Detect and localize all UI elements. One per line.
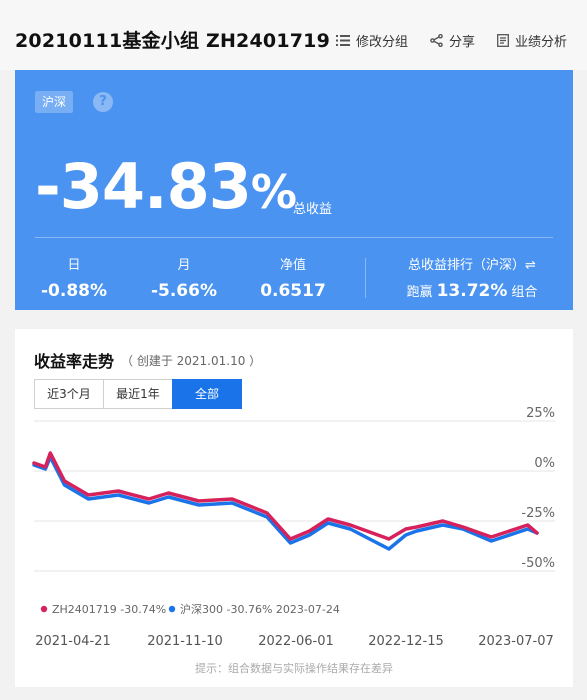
disclaimer-note: 提示：组合数据与实际操作结果存在差异 bbox=[195, 662, 393, 675]
x-tick-label: 2021-04-21 bbox=[35, 634, 111, 649]
list-icon bbox=[335, 34, 350, 47]
rank-stat[interactable]: 总收益排行（沪深）⇌ 跑赢 13.72% 组合 bbox=[387, 254, 557, 301]
page-header: 20210111基金小组 ZH2401719 修改分组 分享 业绩分析 bbox=[0, 0, 587, 70]
y-tick-label: 25% bbox=[526, 406, 555, 421]
return-trend-card: 收益率走势 （ 创建于 2021.01.10 ） 近3个月 最近1年 全部 25… bbox=[15, 329, 573, 687]
help-icon[interactable]: ? bbox=[93, 92, 113, 112]
net-value-value: 0.6517 bbox=[260, 281, 326, 301]
performance-analysis-label: 业绩分析 bbox=[514, 35, 567, 50]
header-actions: 修改分组 分享 业绩分析 bbox=[335, 31, 567, 50]
edit-group-label: 修改分组 bbox=[355, 35, 408, 50]
total-return-label: 总收益 bbox=[293, 202, 333, 217]
y-axis-ticks: 25% 0% -25% -50% bbox=[521, 406, 555, 571]
legend-marker bbox=[40, 605, 48, 613]
daily-return-stat: 日 -0.88% bbox=[41, 254, 107, 301]
y-tick-label: -25% bbox=[521, 506, 555, 521]
rank-value-row: 跑赢 13.72% 组合 bbox=[387, 281, 557, 301]
monthly-return-stat: 月 -5.66% bbox=[148, 254, 220, 301]
rank-label: 总收益排行（沪深）⇌ bbox=[408, 258, 536, 273]
x-tick-label: 2021-11-10 bbox=[147, 634, 223, 649]
stat-divider bbox=[365, 258, 366, 298]
x-tick-label: 2023-07-07 bbox=[478, 634, 554, 649]
hero-divider bbox=[35, 237, 553, 238]
share-button[interactable]: 分享 bbox=[430, 31, 475, 50]
total-return-unit: % bbox=[250, 165, 297, 219]
y-tick-label: -50% bbox=[521, 556, 555, 571]
monthly-return-label: 月 bbox=[177, 258, 191, 273]
net-value-stat: 净值 0.6517 bbox=[257, 254, 329, 301]
legend-label[interactable]: ZH2401719 -30.74% bbox=[52, 603, 166, 616]
daily-return-label: 日 bbox=[67, 258, 81, 273]
x-tick-label: 2022-12-15 bbox=[368, 634, 444, 649]
x-tick-label: 2022-06-01 bbox=[258, 634, 334, 649]
return-chart: 25% 0% -25% -50% ZH2401719 -30.74% 沪深300 -30… bbox=[32, 406, 555, 649]
y-tick-label: 0% bbox=[534, 456, 555, 471]
x-axis-ticks: 2021-04-21 2021-11-10 2022-06-01 2022-12-15… bbox=[35, 634, 554, 649]
share-icon bbox=[430, 34, 443, 47]
total-return-number: -34.83 bbox=[35, 150, 252, 223]
page-title: 20210111基金小组 ZH2401719 bbox=[15, 30, 330, 52]
rank-suffix: 组合 bbox=[511, 285, 538, 300]
monthly-return-value: -5.66% bbox=[150, 281, 218, 301]
legend-label[interactable]: 沪深300 -30.76% 2023-07-24 bbox=[180, 602, 340, 616]
daily-return-value: -0.88% bbox=[41, 281, 108, 301]
rank-prefix: 跑赢 bbox=[406, 285, 433, 300]
edit-group-button[interactable]: 修改分组 bbox=[335, 31, 408, 50]
chart-series bbox=[32, 451, 539, 551]
market-tag: 沪深 bbox=[35, 91, 74, 113]
report-icon bbox=[497, 34, 509, 47]
share-label: 分享 bbox=[448, 35, 475, 50]
net-value-label: 净值 bbox=[279, 258, 306, 273]
summary-panel: 沪深 ? -34.83% 总收益 日 -0.88% 月 -5.66% 净值 0.… bbox=[15, 70, 573, 310]
chart-legend: ZH2401719 -30.74% 沪深300 -30.76% 2023-07-2… bbox=[40, 602, 340, 616]
total-return-value: -34.83% bbox=[35, 150, 297, 229]
performance-analysis-button[interactable]: 业绩分析 bbox=[497, 31, 567, 50]
rank-value: 13.72% bbox=[436, 281, 508, 301]
legend-marker bbox=[168, 605, 176, 613]
